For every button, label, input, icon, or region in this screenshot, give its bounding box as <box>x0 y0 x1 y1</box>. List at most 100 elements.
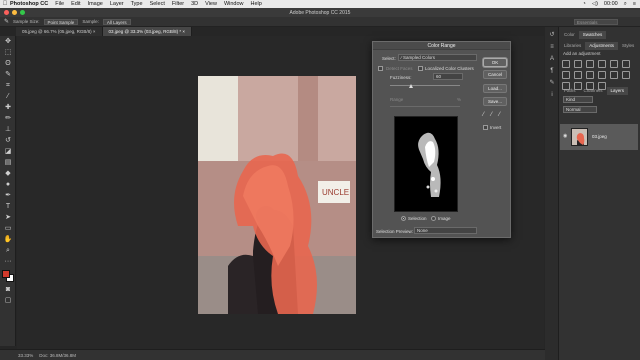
tab-adjustments[interactable]: Adjustments <box>585 42 619 50</box>
eyedropper-icon[interactable]: ⁄ <box>483 112 484 118</box>
detect-faces-checkbox[interactable] <box>378 66 383 71</box>
dodge-tool-icon[interactable]: ● <box>3 180 13 190</box>
path-select-icon[interactable]: ➤ <box>3 213 13 223</box>
type-tool-icon[interactable]: T <box>3 202 13 212</box>
menu-image[interactable]: Image <box>88 1 103 7</box>
selection-radio[interactable] <box>401 216 406 221</box>
menu-select[interactable]: Select <box>150 1 165 7</box>
clock[interactable]: 00:00 <box>604 1 618 7</box>
wifi-icon[interactable]: ◔ <box>583 1 586 7</box>
fuzziness-slider-track[interactable] <box>390 85 460 86</box>
visibility-eye-icon[interactable]: ◉ <box>563 133 567 139</box>
tab-color[interactable]: Color <box>560 31 579 39</box>
tab-layers[interactable]: Layers <box>606 87 629 95</box>
history-brush-icon[interactable]: ↺ <box>3 136 13 146</box>
sample-size-select[interactable]: Point Sample <box>43 18 79 25</box>
minimize-icon[interactable] <box>12 10 17 15</box>
menu-layer[interactable]: Layer <box>110 1 124 7</box>
invert-checkbox[interactable] <box>483 125 488 130</box>
tab-document-05[interactable]: 05.jpeg @ 66.7% (05.jpeg, RGB/8) × <box>16 27 103 36</box>
workspace-select[interactable]: Essentials <box>574 19 618 25</box>
photo-filter-icon[interactable] <box>586 71 594 79</box>
image-radio[interactable] <box>431 216 436 221</box>
shape-tool-icon[interactable]: ▭ <box>3 224 13 234</box>
tab-styles[interactable]: Styles <box>618 42 638 50</box>
range-slider-track[interactable] <box>390 106 460 107</box>
black-white-icon[interactable] <box>574 71 582 79</box>
foreground-color-swatch[interactable] <box>2 270 10 278</box>
brush-tool-icon[interactable]: ✏ <box>3 114 13 124</box>
menu-3d[interactable]: 3D <box>191 1 198 7</box>
layer-row[interactable]: ◉ 03.jpeg <box>560 124 638 150</box>
hand-tool-icon[interactable]: ✋ <box>3 235 13 245</box>
zoom-level[interactable]: 33.33% <box>18 353 33 358</box>
menu-file[interactable]: File <box>55 1 64 7</box>
screen-mode-icon[interactable]: ▢ <box>3 296 13 306</box>
more-tools-icon[interactable]: ··· <box>3 257 13 267</box>
layer-filter-select[interactable]: Kind <box>563 96 593 103</box>
fuzziness-slider-thumb[interactable] <box>409 84 413 88</box>
cancel-button[interactable]: Cancel <box>483 70 507 79</box>
document-image[interactable]: UNCLE <box>198 76 356 314</box>
color-swatches[interactable] <box>2 270 14 282</box>
tab-swatches[interactable]: Swatches <box>578 31 607 39</box>
eyedropper-minus-icon[interactable]: ⁄ <box>499 112 500 118</box>
sample-select[interactable]: All Layers <box>102 18 131 25</box>
character-icon[interactable]: A <box>548 55 556 63</box>
quick-select-tool-icon[interactable]: ✎ <box>3 70 13 80</box>
marquee-tool-icon[interactable]: ⬚ <box>3 48 13 58</box>
tab-document-03[interactable]: 03.jpeg @ 33.3% (03.jpeg, RGB/8) * × <box>102 27 192 36</box>
search-icon[interactable]: ⌕ <box>624 1 627 8</box>
menu-help[interactable]: Help <box>251 1 262 7</box>
select-dropdown[interactable]: ⁄ Sampled Colors <box>398 54 477 61</box>
move-tool-icon[interactable]: ✥ <box>3 37 13 47</box>
exposure-icon[interactable] <box>598 60 606 68</box>
menu-edit[interactable]: Edit <box>71 1 80 7</box>
paragraph-icon[interactable]: ¶ <box>548 67 556 75</box>
close-icon[interactable] <box>4 10 9 15</box>
tab-channels[interactable]: Channels <box>580 87 607 95</box>
eraser-tool-icon[interactable]: ◪ <box>3 147 13 157</box>
menu-view[interactable]: View <box>205 1 217 7</box>
ok-button[interactable]: OK <box>483 58 507 67</box>
blend-mode-select[interactable]: Normal <box>563 106 597 113</box>
fuzziness-input[interactable]: 60 <box>433 73 463 80</box>
vibrance-icon[interactable] <box>610 60 618 68</box>
selection-preview-select[interactable]: None <box>414 227 477 234</box>
quick-mask-icon[interactable]: ◙ <box>3 285 13 295</box>
pen-tool-icon[interactable]: ✒ <box>3 191 13 201</box>
localized-color-clusters-checkbox[interactable] <box>418 66 423 71</box>
volume-icon[interactable]: ◁) <box>592 1 598 7</box>
apple-icon[interactable]:  <box>0 1 10 7</box>
stamp-tool-icon[interactable]: ⊥ <box>3 125 13 135</box>
channel-mixer-icon[interactable] <box>598 71 606 79</box>
brightness-contrast-icon[interactable] <box>562 60 570 68</box>
menu-type[interactable]: Type <box>131 1 143 7</box>
eyedropper-icon[interactable]: ⁄ <box>3 92 13 102</box>
properties-icon[interactable]: ≡ <box>548 43 556 51</box>
lasso-tool-icon[interactable]: ʘ <box>3 59 13 69</box>
levels-icon[interactable] <box>574 60 582 68</box>
eyedropper-tool-icon[interactable]: ✎ <box>4 18 9 25</box>
menu-app[interactable]: Photoshop CC <box>10 1 48 7</box>
invert-adjust-icon[interactable] <box>622 71 630 79</box>
tab-libraries[interactable]: Libraries <box>560 42 585 50</box>
color-balance-icon[interactable] <box>562 71 570 79</box>
crop-tool-icon[interactable]: ⌗ <box>3 81 13 91</box>
menu-filter[interactable]: Filter <box>172 1 184 7</box>
blur-tool-icon[interactable]: ◆ <box>3 169 13 179</box>
load-button[interactable]: Load... <box>483 84 507 93</box>
hue-saturation-icon[interactable] <box>622 60 630 68</box>
healing-brush-icon[interactable]: ✚ <box>3 103 13 113</box>
zoom-icon[interactable] <box>20 10 25 15</box>
menu-window[interactable]: Window <box>224 1 244 7</box>
eyedropper-plus-icon[interactable]: ⁄ <box>491 112 492 118</box>
list-icon[interactable]: ≡ <box>633 1 636 7</box>
info-icon[interactable]: i <box>548 91 556 99</box>
color-lookup-icon[interactable] <box>610 71 618 79</box>
brush-presets-icon[interactable]: ✎ <box>548 79 556 87</box>
zoom-tool-icon[interactable]: ⌕ <box>3 246 13 256</box>
curves-icon[interactable] <box>586 60 594 68</box>
gradient-tool-icon[interactable]: ▤ <box>3 158 13 168</box>
tab-paths[interactable]: Paths <box>560 87 580 95</box>
